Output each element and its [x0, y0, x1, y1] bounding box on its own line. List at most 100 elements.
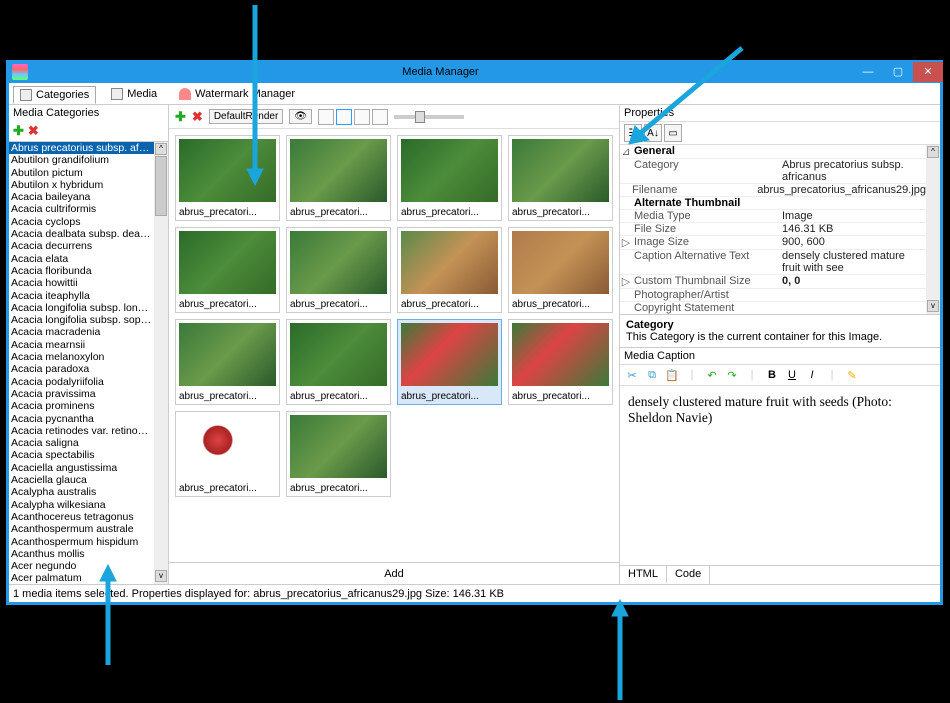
- category-item[interactable]: Acanthospermum hispidum: [9, 536, 154, 548]
- media-thumbnail[interactable]: abrus_precatori...: [508, 227, 613, 313]
- property-row[interactable]: Alternate Thumbnail: [620, 197, 926, 210]
- tab-watermark[interactable]: Watermark Manager: [172, 85, 302, 103]
- property-row[interactable]: Media TypeImage: [620, 210, 926, 223]
- property-row[interactable]: CategoryAbrus precatorius subsp. african…: [620, 159, 926, 184]
- undo-icon[interactable]: ↶: [704, 367, 720, 383]
- category-item[interactable]: Acacia floribunda: [9, 265, 154, 277]
- media-thumbnail[interactable]: abrus_precatori...: [286, 411, 391, 497]
- view-large-icons-button[interactable]: [318, 109, 334, 125]
- category-list[interactable]: Abrus precatorius subsp. africanusAbutil…: [9, 141, 168, 584]
- category-item[interactable]: Acaciella glauca: [9, 474, 154, 486]
- delete-media-button[interactable]: ✖: [192, 109, 203, 125]
- scroll-thumb[interactable]: [155, 156, 167, 216]
- category-item[interactable]: Acanthocereus tetragonus: [9, 511, 154, 523]
- scroll-down-icon[interactable]: v: [927, 300, 939, 312]
- property-row[interactable]: Photographer/Artist: [620, 289, 926, 302]
- media-thumbnail[interactable]: abrus_precatori...: [397, 227, 502, 313]
- category-item[interactable]: Acacia pycnantha: [9, 413, 154, 425]
- property-row[interactable]: Filenameabrus_precatorius_africanus29.jp…: [620, 184, 926, 197]
- italic-button[interactable]: I: [804, 367, 820, 383]
- property-pages-button[interactable]: ▭: [664, 124, 682, 142]
- category-item[interactable]: Acacia longifolia subsp. longifolia: [9, 302, 154, 314]
- maximize-button[interactable]: ▢: [883, 62, 913, 82]
- media-thumbnail[interactable]: abrus_precatori...: [175, 319, 280, 405]
- underline-button[interactable]: U: [784, 367, 800, 383]
- category-item[interactable]: Acanthospermum australe: [9, 523, 154, 535]
- media-thumbnail[interactable]: abrus_precatori...: [175, 227, 280, 313]
- category-item[interactable]: Acacia mearnsii: [9, 339, 154, 351]
- scroll-up-icon[interactable]: ^: [155, 143, 167, 155]
- highlight-icon[interactable]: ✎: [844, 367, 860, 383]
- redo-icon[interactable]: ↷: [724, 367, 740, 383]
- category-item[interactable]: Acacia melanoxylon: [9, 351, 154, 363]
- category-item[interactable]: Acacia cyclops: [9, 216, 154, 228]
- category-item[interactable]: Acacia macradenia: [9, 326, 154, 338]
- media-thumbnail[interactable]: abrus_precatori...: [397, 135, 502, 221]
- category-item[interactable]: Acacia howittii: [9, 277, 154, 289]
- scrollbar[interactable]: ^ v: [154, 142, 168, 584]
- category-item[interactable]: Abutilon grandifolium: [9, 154, 154, 166]
- category-item[interactable]: Acer negundo: [9, 560, 154, 572]
- property-row[interactable]: ▷Image Size900, 600: [620, 236, 926, 250]
- tab-categories[interactable]: Categories: [13, 86, 96, 104]
- paste-icon[interactable]: 📋: [664, 367, 680, 383]
- add-bar[interactable]: Add: [169, 562, 619, 584]
- category-item[interactable]: Acacia cultriformis: [9, 203, 154, 215]
- render-dropdown[interactable]: DefaultRender: [209, 109, 283, 124]
- cut-icon[interactable]: ✂: [624, 367, 640, 383]
- view-list-button[interactable]: [372, 109, 388, 125]
- category-item[interactable]: Acacia paradoxa: [9, 363, 154, 375]
- category-item[interactable]: Acacia saligna: [9, 437, 154, 449]
- copy-icon[interactable]: ⧉: [644, 367, 660, 383]
- category-item[interactable]: Acalypha australis: [9, 486, 154, 498]
- category-item[interactable]: Acacia prominens: [9, 400, 154, 412]
- category-item[interactable]: Acacia retinodes var. retinodes: [9, 425, 154, 437]
- category-item[interactable]: Acacia decurrens: [9, 240, 154, 252]
- zoom-slider[interactable]: [394, 115, 464, 119]
- categorized-button[interactable]: ☷: [624, 124, 642, 142]
- minimize-button[interactable]: —: [853, 62, 883, 82]
- delete-category-button[interactable]: ✖: [28, 123, 39, 139]
- property-row[interactable]: Caption Alternative Textdensely clustere…: [620, 250, 926, 275]
- category-item[interactable]: Acacia elata: [9, 253, 154, 265]
- view-small-icons-button[interactable]: [354, 109, 370, 125]
- media-thumbnail[interactable]: abrus_precatori...: [508, 319, 613, 405]
- category-item[interactable]: Acacia iteaphylla: [9, 290, 154, 302]
- category-item[interactable]: Abutilon x hybridum: [9, 179, 154, 191]
- media-thumbnail[interactable]: abrus_precatori...: [175, 135, 280, 221]
- category-item[interactable]: Acacia baileyana: [9, 191, 154, 203]
- category-item[interactable]: Abutilon pictum: [9, 167, 154, 179]
- media-thumbnail[interactable]: abrus_precatori...: [397, 319, 502, 405]
- media-thumbnail[interactable]: abrus_precatori...: [286, 227, 391, 313]
- caption-editor[interactable]: densely clustered mature fruit with seed…: [620, 386, 940, 565]
- add-category-button[interactable]: ✚: [13, 123, 24, 139]
- scroll-down-icon[interactable]: v: [155, 570, 167, 582]
- property-grid[interactable]: ⊿GeneralCategoryAbrus precatorius subsp.…: [620, 145, 940, 315]
- caption-tab-code[interactable]: Code: [667, 566, 710, 584]
- bold-button[interactable]: B: [764, 367, 780, 383]
- category-item[interactable]: Acalypha wilkesiana: [9, 499, 154, 511]
- media-thumbnail[interactable]: abrus_precatori...: [286, 319, 391, 405]
- property-row[interactable]: ⊿General: [620, 145, 926, 159]
- caption-tab-html[interactable]: HTML: [620, 566, 667, 584]
- category-item[interactable]: Acacia dealbata subsp. dealbata: [9, 228, 154, 240]
- close-button[interactable]: ✕: [913, 62, 943, 82]
- media-thumbnail[interactable]: abrus_precatori...: [508, 135, 613, 221]
- scroll-up-icon[interactable]: ^: [927, 146, 939, 158]
- preview-button[interactable]: 👁: [289, 109, 312, 124]
- category-item[interactable]: Abrus precatorius subsp. africanus: [9, 142, 154, 154]
- media-thumbnail[interactable]: abrus_precatori...: [175, 411, 280, 497]
- category-item[interactable]: Acacia longifolia subsp. sophorae: [9, 314, 154, 326]
- category-item[interactable]: Acaciella angustissima: [9, 462, 154, 474]
- category-item[interactable]: Acacia spectabilis: [9, 449, 154, 461]
- scrollbar[interactable]: ^ v: [926, 145, 940, 314]
- category-item[interactable]: Acer palmatum: [9, 572, 154, 584]
- tab-media[interactable]: Media: [104, 85, 164, 103]
- slider-knob[interactable]: [415, 111, 425, 123]
- view-medium-icons-button[interactable]: [336, 109, 352, 125]
- property-row[interactable]: File Size146.31 KB: [620, 223, 926, 236]
- property-row[interactable]: Copyright Statement: [620, 302, 926, 315]
- category-item[interactable]: Acacia podalyriifolia: [9, 376, 154, 388]
- property-row[interactable]: ▷Custom Thumbnail Size0, 0: [620, 275, 926, 289]
- category-item[interactable]: Acacia pravissima: [9, 388, 154, 400]
